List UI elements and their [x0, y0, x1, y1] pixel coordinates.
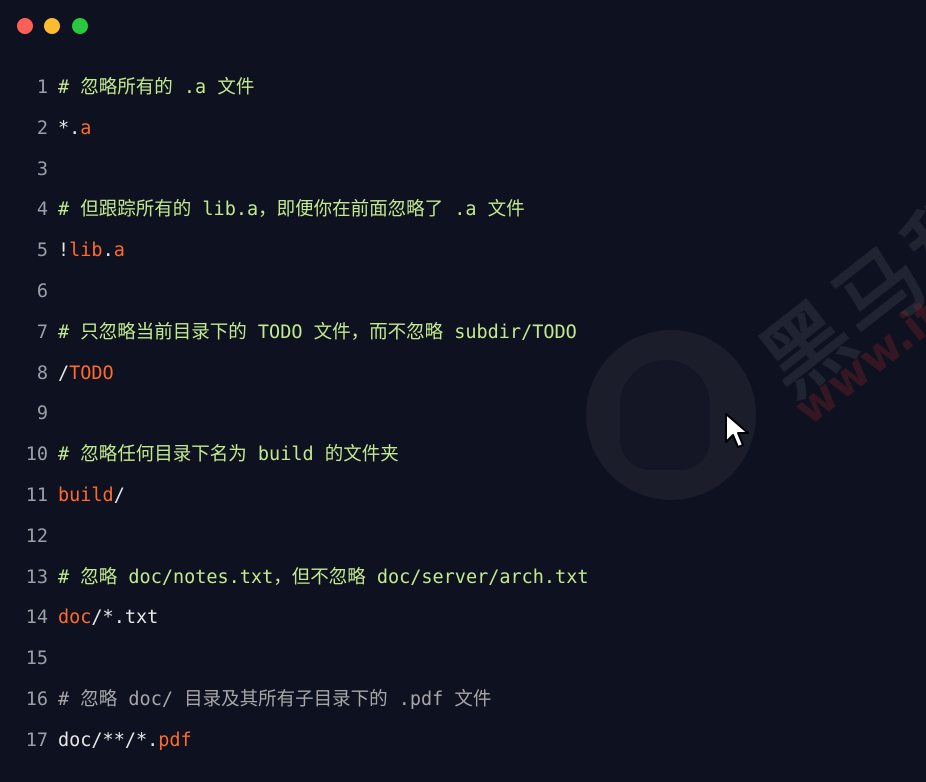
code-line[interactable]: 2 *.a	[0, 109, 926, 150]
close-window-button[interactable]	[17, 18, 33, 34]
line-content: /TODO	[58, 354, 114, 395]
line-content: # 忽略 doc/ 目录及其所有子目录下的 .pdf 文件	[58, 680, 491, 721]
line-content: !lib.a	[58, 231, 125, 272]
code-line[interactable]: 8/TODO	[0, 354, 926, 395]
code-editor[interactable]: 1 # 忽略所有的 .a 文件 2 *.a 3 4 # 但跟踪所有的 lib.a，即便你在前…	[0, 68, 926, 762]
code-line[interactable]: 14 doc/*.txt	[0, 598, 926, 639]
line-number: 10	[25, 444, 48, 466]
pattern-operator: doc/**/*.	[58, 729, 159, 751]
code-comment: # 只忽略当前目录下的 TODO 文件，而不忽略 subdir/TODO	[58, 321, 577, 343]
line-number: 17	[25, 729, 48, 751]
line-content: # 忽略任何目录下名为 build 的文件夹	[58, 435, 399, 476]
code-line[interactable]: 12	[0, 517, 926, 558]
line-number: 16	[25, 688, 48, 710]
line-content: # 只忽略当前目录下的 TODO 文件，而不忽略 subdir/TODO	[58, 313, 577, 354]
code-line[interactable]: 7 # 只忽略当前目录下的 TODO 文件，而不忽略 subdir/TODO	[0, 313, 926, 354]
line-content: # 但跟踪所有的 lib.a，即便你在前面忽略了 .a 文件	[58, 190, 525, 231]
line-number: 1	[36, 77, 48, 98]
code-line[interactable]: 13 # 忽略 doc/notes.txt，但不忽略 doc/server/arc…	[0, 558, 926, 599]
code-comment: # 忽略任何目录下名为 build 的文件夹	[58, 444, 399, 466]
code-line[interactable]: 4 # 但跟踪所有的 lib.a，即便你在前面忽略了 .a 文件	[0, 190, 926, 231]
line-number: 12	[25, 525, 48, 547]
line-number: 7	[36, 321, 48, 343]
line-number: 8	[36, 362, 48, 384]
pattern-name: pdf	[158, 729, 192, 751]
pattern-name: lib	[69, 240, 103, 262]
line-number: 4	[36, 199, 48, 221]
pattern-operator: !	[58, 240, 70, 262]
pattern-name: a	[80, 117, 92, 139]
pattern-name: a	[113, 240, 125, 262]
code-line[interactable]: 10 # 忽略任何目录下名为 build 的文件夹	[0, 435, 926, 476]
line-number: 15	[25, 648, 48, 670]
code-comment: # 忽略 doc/notes.txt，但不忽略 doc/server/arch.…	[58, 566, 589, 588]
pattern-operator: /	[58, 362, 70, 384]
code-line[interactable]: 5 !lib.a	[0, 231, 926, 272]
code-comment: # 忽略所有的 .a 文件	[58, 77, 255, 98]
line-content: # 忽略 doc/notes.txt，但不忽略 doc/server/arch.…	[58, 558, 588, 599]
code-line[interactable]: 15	[0, 639, 926, 680]
code-line[interactable]: 9	[0, 394, 926, 435]
pattern-name: build	[58, 484, 114, 506]
line-number: 2	[36, 117, 48, 139]
line-content: # 忽略所有的 .a 文件	[58, 68, 254, 109]
pattern-operator: .	[102, 240, 114, 262]
line-number: 5	[36, 240, 48, 262]
code-line[interactable]: 6	[0, 272, 926, 313]
line-content: build/	[58, 476, 125, 517]
line-number: 11	[25, 484, 48, 506]
line-content: doc/**/*.pdf	[58, 721, 192, 762]
code-line[interactable]: 17 doc/**/*.pdf	[0, 721, 926, 762]
pattern-name: doc	[58, 607, 92, 629]
code-comment: # 但跟踪所有的 lib.a，即便你在前面忽略了 .a 文件	[58, 199, 525, 221]
line-content: doc/*.txt	[58, 598, 158, 639]
code-line[interactable]: 1 # 忽略所有的 .a 文件	[0, 68, 926, 109]
pattern-operator: /*.txt	[91, 607, 159, 629]
line-number: 13	[25, 566, 48, 588]
line-number: 6	[36, 280, 48, 302]
code-line[interactable]: 11 build/	[0, 476, 926, 517]
pattern-operator: *.	[58, 117, 81, 139]
code-line[interactable]: 16 # 忽略 doc/ 目录及其所有子目录下的 .pdf 文件	[0, 680, 926, 721]
line-content: *.a	[58, 109, 91, 150]
line-number: 14	[25, 607, 48, 629]
line-number: 9	[36, 403, 48, 425]
code-line[interactable]: 3	[0, 150, 926, 191]
mouse-pointer-icon	[725, 413, 749, 448]
line-number: 3	[36, 158, 48, 180]
window-titlebar	[0, 0, 926, 52]
minimize-window-button[interactable]	[44, 18, 60, 34]
pattern-operator: /	[113, 484, 125, 506]
maximize-window-button[interactable]	[72, 18, 88, 34]
code-comment: # 忽略 doc/ 目录及其所有子目录下的 .pdf 文件	[58, 688, 492, 710]
pattern-name: TODO	[69, 362, 114, 384]
